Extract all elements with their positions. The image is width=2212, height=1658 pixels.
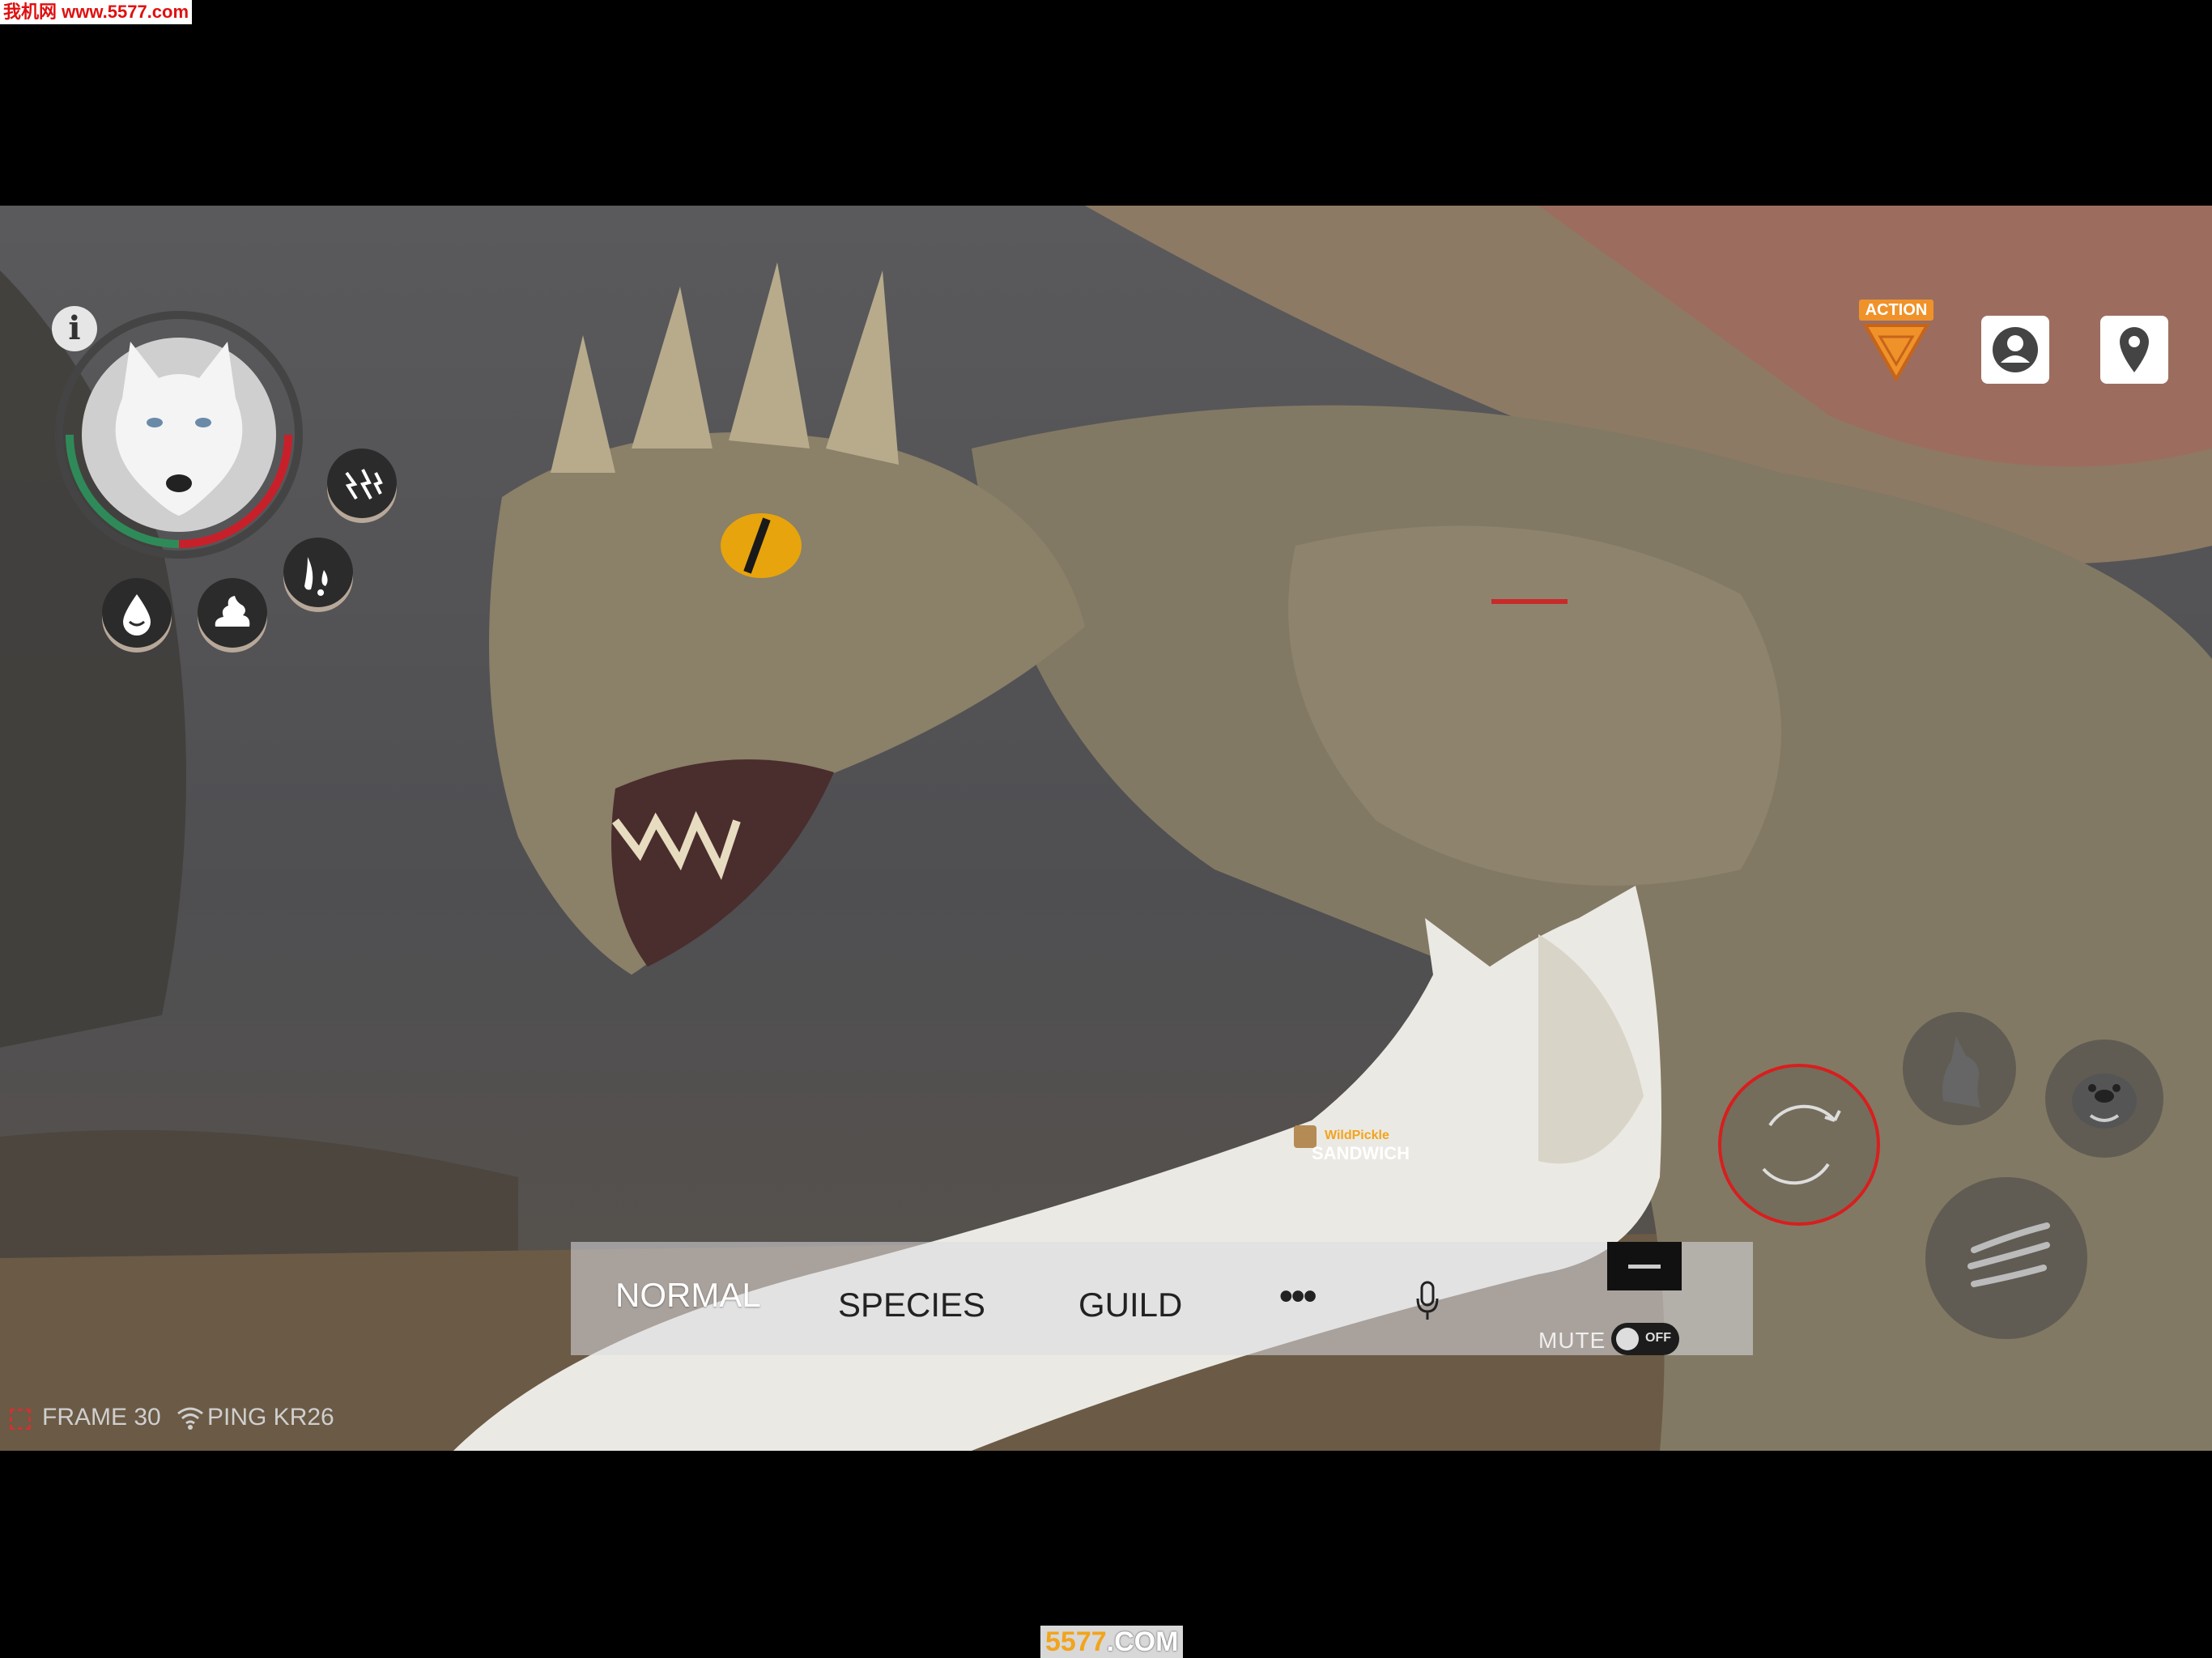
more-options-button[interactable]: ••• — [1279, 1274, 1317, 1319]
bark-icon[interactable] — [2045, 1039, 2163, 1158]
wifi-icon — [177, 1407, 203, 1430]
watermark-top: 我机网 www.5577.com — [0, 0, 193, 24]
tab-species[interactable]: SPECIES — [838, 1286, 985, 1324]
ping-label: PING KR26 — [207, 1404, 334, 1431]
thunder-icon — [327, 449, 397, 518]
profile-icon[interactable] — [1981, 316, 2049, 384]
water-drop-icon — [102, 578, 172, 648]
watermark-bottom: 5577.COM — [1040, 1626, 1184, 1658]
claw-attack-icon[interactable] — [1925, 1177, 2087, 1339]
player-guild-name: WildPickle — [1325, 1129, 1389, 1142]
player-portrait[interactable] — [53, 309, 304, 560]
game-viewport[interactable]: i ACTION WildPickle SANDWICH NORMAL SPEC… — [0, 206, 2212, 1451]
tab-guild[interactable]: GUILD — [1078, 1286, 1182, 1324]
frame-rate-label: FRAME 30 — [42, 1404, 161, 1431]
mute-label: MUTE — [1538, 1328, 1606, 1353]
action-label: ACTION — [1859, 300, 1933, 321]
blood-drip-icon — [283, 538, 353, 607]
poop-icon — [198, 578, 267, 648]
mute-toggle[interactable]: OFF — [1611, 1323, 1679, 1355]
frame-icon — [10, 1409, 31, 1430]
minimize-chat-button[interactable] — [1607, 1242, 1682, 1290]
player-name: SANDWICH — [1312, 1143, 1410, 1163]
action-arrow-icon[interactable] — [1862, 322, 1930, 382]
rotate-camera-icon[interactable] — [1718, 1064, 1880, 1226]
map-pin-icon[interactable] — [2100, 316, 2168, 384]
microphone-icon[interactable] — [1415, 1281, 1440, 1321]
toggle-knob — [1616, 1328, 1639, 1350]
target-crosshair — [1491, 599, 1568, 604]
howl-icon[interactable] — [1903, 1012, 2016, 1125]
toggle-state: OFF — [1645, 1331, 1671, 1345]
tab-normal[interactable]: NORMAL — [615, 1276, 761, 1315]
